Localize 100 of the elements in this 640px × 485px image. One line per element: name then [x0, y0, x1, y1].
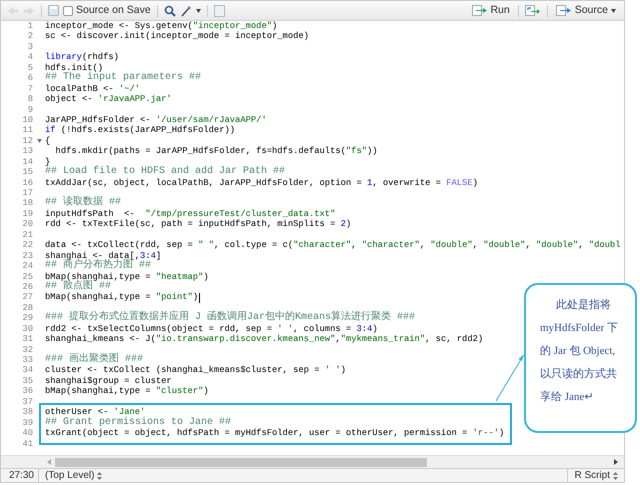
caret-icon — [611, 8, 616, 12]
code-line: shanghai$group = cluster — [45, 376, 172, 386]
line-number: 27 — [21, 292, 33, 303]
line-number: 30 — [21, 324, 33, 334]
callout-text: 的 Jar 包 Object, — [540, 344, 616, 359]
line-number: 1 — [26, 21, 33, 32]
line-number: 25 — [21, 272, 33, 282]
line-number: 33 — [21, 355, 33, 366]
code-comment: ## 读取数据 ## — [45, 198, 122, 209]
scrollbar-thumb[interactable] — [55, 458, 427, 466]
rerun-icon[interactable] — [524, 5, 541, 16]
up-down-arrows-icon — [97, 472, 102, 480]
code-comment: ## 散点图 ## — [45, 282, 112, 292]
fold-icon[interactable] — [36, 139, 42, 144]
line-number: 5 — [26, 62, 33, 74]
line-number: 32 — [21, 344, 33, 356]
line-number: 37 — [21, 396, 33, 408]
code-line: otherUser <- 'Jane' — [45, 407, 146, 418]
line-number: 28 — [21, 302, 33, 314]
line-number: 22 — [21, 240, 33, 251]
line-number: 14 — [21, 156, 33, 168]
line-number: 2 — [26, 31, 33, 42]
line-number: 21 — [21, 230, 33, 240]
code-line: inputHdfsPath <- "/tmp/pressureTest/cluster_data.txt" — [45, 208, 336, 220]
code-line: } — [45, 156, 50, 167]
line-number: 35 — [21, 376, 33, 386]
cursor-position: 27:30 — [1, 468, 39, 483]
line-number: 38 — [21, 407, 33, 418]
line-number: 17 — [21, 188, 33, 198]
code-comment: ## 商户分布热力图 ## — [45, 261, 152, 272]
run-arrow-icon — [472, 5, 488, 16]
line-number: 10 — [21, 114, 33, 126]
line-number: 26 — [21, 282, 33, 292]
callout-text: 以只读的方式共 — [540, 366, 618, 382]
code-comment: ### 画出聚类图 ### — [45, 355, 144, 366]
line-number: 18 — [21, 198, 33, 209]
scroll-right-icon[interactable] — [614, 459, 618, 465]
code-line: inceptor_mode <- Sys.getenv("inceptor_mode") — [45, 21, 278, 32]
line-number: 4 — [26, 52, 33, 63]
code-line: shanghai_kmeans <- J("io.transwarp.discover.kmeans_new","mykmeans_train", sc, rdd2) — [45, 334, 484, 345]
code-line: txGrant(object = object, hdfsPath = myHdfsFolder, user = otherUser, permission = 'r--') — [45, 428, 504, 439]
code-line: sc <- discover.init(inceptor_mode = inceptor_mode) — [45, 31, 309, 42]
callout-text: 享给 Jane↵ — [540, 390, 594, 405]
line-number: 9 — [26, 104, 33, 115]
caret-icon[interactable] — [196, 8, 201, 12]
code-line: JarAPP_HdfsFolder <- '/user/sam/rJavaAPP/' — [45, 114, 267, 126]
code-line: if (!hdfs.exists(JarAPP_HdfsFolder)) — [45, 125, 236, 136]
code-line: data <- txCollect(rdd, sep = " ", col.type = c("character", "character", "double", "double", "double", "doubl — [45, 240, 620, 251]
line-number: 6 — [26, 73, 33, 84]
line-number: 3 — [26, 42, 33, 52]
line-number: 39 — [21, 418, 33, 428]
line-number: 23 — [21, 250, 33, 262]
code-line: txAddJar(sc, object, localPathB, JarAPP_HdfsFolder, option = 1, overwrite = FALSE) — [45, 178, 478, 188]
line-number: 31 — [21, 334, 33, 345]
line-number: 36 — [21, 386, 33, 397]
line-number: 40 — [21, 428, 33, 439]
code-comment: ## Load file to HDFS and add Jar Path ## — [45, 167, 286, 178]
line-number: 29 — [21, 313, 33, 324]
code-comment: ## The input parameters ## — [45, 73, 202, 84]
code-line: hdfs.init() — [45, 62, 104, 73]
save-icon[interactable] — [48, 5, 59, 16]
page-icon[interactable] — [214, 4, 225, 16]
line-number: 8 — [26, 94, 33, 105]
line-number: 24 — [21, 261, 33, 272]
callout-text: 此处是指将 — [555, 298, 612, 313]
code-line: library(rhdfs) — [45, 52, 119, 63]
line-number: 19 — [21, 208, 33, 220]
callout-text: myHdfsFolder 下 — [540, 321, 619, 336]
code-line: localPathB <- '~/' — [45, 84, 140, 94]
code-comment: ## Grant permissions to Jane ## — [45, 418, 232, 428]
source-arrow-icon — [556, 5, 572, 16]
file-type-dropdown[interactable]: R Script — [567, 468, 624, 483]
run-button[interactable]: Run — [470, 2, 512, 18]
line-number: 15 — [21, 167, 33, 178]
code-line: { — [45, 136, 50, 146]
line-number: 16 — [21, 178, 33, 188]
line-number: 13 — [21, 146, 33, 157]
wand-icon[interactable] — [180, 4, 192, 16]
line-number: 11 — [21, 125, 33, 136]
line-number: 20 — [21, 219, 33, 230]
checkbox[interactable] — [63, 6, 73, 16]
line-number: 34 — [21, 365, 33, 376]
code-line: bMap(shanghai,type = "point") — [45, 292, 198, 303]
code-line: rdd2 <- txSelectColumns(object = rdd, sep = ' ', columns = 3:4) — [45, 324, 378, 334]
line-number: 12 — [21, 136, 33, 146]
code-line: bMap(shanghai,type = "heatmap") — [45, 272, 209, 282]
source-on-save-label[interactable]: Source on Save — [76, 2, 151, 18]
code-comment: ### 提取分布式位置数据并应用 J 函数调用Jar包中的Kmeans算法进行聚类 ### — [45, 313, 416, 324]
code-line: cluster <- txCollect (shanghai_kmeans$cluster, sep = ' ') — [45, 365, 346, 376]
scope-dropdown[interactable]: (Top Level) — [39, 468, 102, 483]
code-line: bMap(shanghai,type = "cluster") — [45, 386, 209, 397]
code-line: object <- 'rJavaAPP.jar' — [45, 94, 172, 105]
source-button[interactable]: Source — [554, 2, 618, 18]
line-number: 7 — [26, 84, 33, 94]
up-down-arrows-icon — [613, 472, 618, 480]
code-line: rdd <- txTextFile(sc, path = inputHdfsPath, minSplits = 2) — [45, 219, 352, 230]
line-number: 41 — [21, 438, 33, 449]
code-line: hdfs.mkdir(paths = JarAPP_HdfsFolder, fs=hdfs.defaults("fs")) — [54, 146, 378, 157]
scroll-left-icon[interactable] — [47, 459, 51, 465]
search-icon[interactable] — [164, 4, 176, 16]
